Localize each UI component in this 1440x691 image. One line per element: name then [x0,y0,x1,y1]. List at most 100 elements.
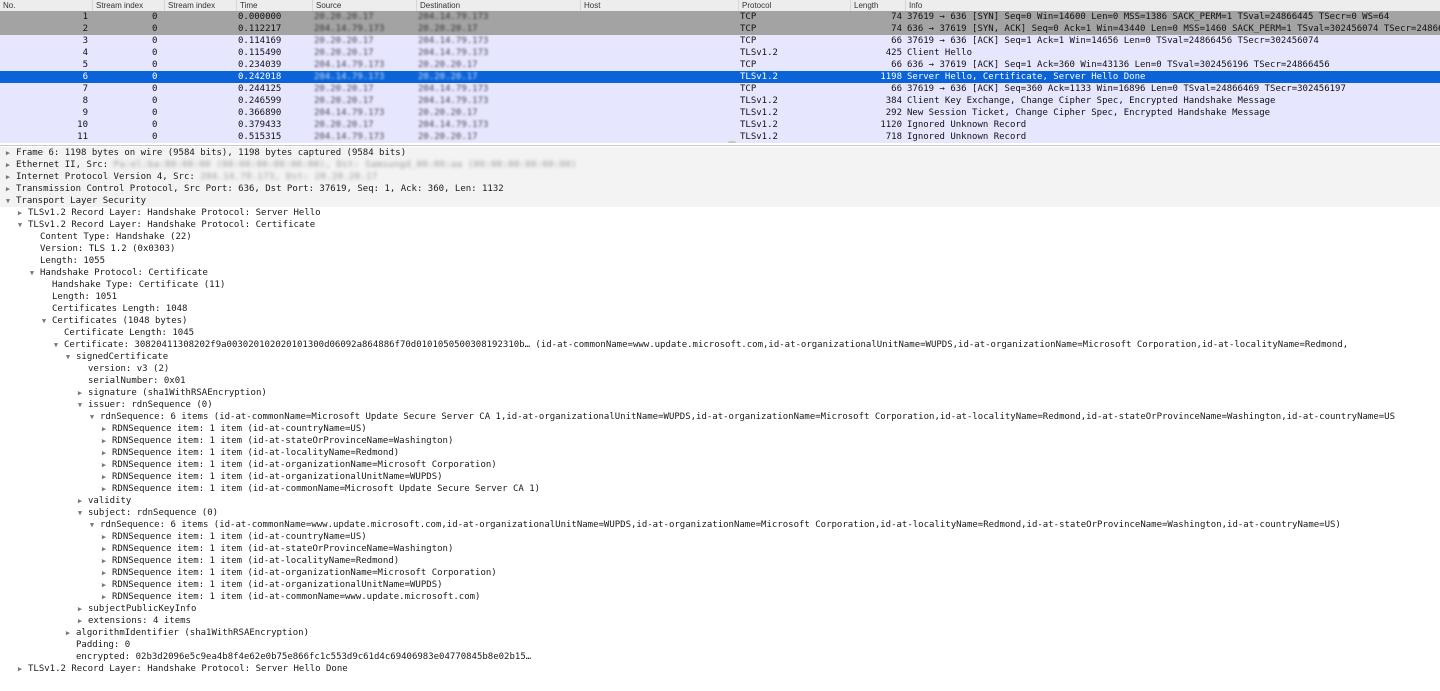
detail-row[interactable]: ▶ RDNSequence item: 1 item (id-at-commonN… [0,591,1440,603]
detail-row[interactable]: ▼ signedCertificate [0,351,1440,363]
packet-details-tree[interactable]: ▶ Frame 6: 1198 bytes on wire (9584 bits)… [0,145,1440,691]
detail-row[interactable]: ▼ rdnSequence: 6 items (id-at-commonName=… [0,411,1440,423]
detail-row[interactable]: ▶ RDNSequence item: 1 item (id-at-localit… [0,447,1440,459]
disclosure-triangle-down-icon[interactable]: ▼ [28,267,36,279]
detail-row[interactable]: Content Type: Handshake (22) [0,231,1440,243]
disclosure-triangle-right-icon[interactable]: ▶ [100,459,108,471]
detail-row[interactable]: ▶ Internet Protocol Version 4, Src: 204.1… [0,171,1440,183]
detail-row[interactable]: ▶ Transmission Control Protocol, Src Port… [0,183,1440,195]
detail-row[interactable]: Length: 1055 [0,255,1440,267]
detail-row[interactable]: ▶ TLSv1.2 Record Layer: Handshake Protoco… [0,663,1440,675]
col-header-protocol[interactable]: Protocol [738,0,850,11]
detail-row[interactable]: ▶ RDNSequence item: 1 item (id-at-commonN… [0,483,1440,495]
disclosure-triangle-down-icon[interactable]: ▼ [88,411,96,423]
disclosure-triangle-right-icon[interactable]: ▶ [76,603,84,615]
detail-row[interactable]: ▶ RDNSequence item: 1 item (id-at-organiz… [0,471,1440,483]
packet-row[interactable]: 8 0 0.246599 20.20.20.17 204.14.79.173 TLSv1.… [0,95,1440,107]
disclosure-triangle-right-icon[interactable]: ▶ [16,207,24,219]
disclosure-triangle-right-icon[interactable]: ▶ [16,663,24,675]
packet-row[interactable]: 9 0 0.366890 204.14.79.173 20.20.20.17 TLSv1.… [0,107,1440,119]
disclosure-triangle-right-icon[interactable]: ▶ [4,171,12,183]
packet-row[interactable]: 1 0 0.000000 20.20.20.17 204.14.79.173 TCP 74 3… [0,11,1440,23]
disclosure-triangle-right-icon[interactable]: ▶ [64,627,72,639]
col-header-source[interactable]: Source [312,0,416,11]
detail-row[interactable]: ▼ rdnSequence: 6 items (id-at-commonName=… [0,519,1440,531]
disclosure-triangle-right-icon[interactable]: ▶ [100,555,108,567]
col-header-host[interactable]: Host [580,0,738,11]
detail-row[interactable]: version: v3 (2) [0,363,1440,375]
disclosure-triangle-right-icon[interactable]: ▶ [4,183,12,195]
detail-row[interactable]: ▶ TLSv1.2 Record Layer: Handshake Protoco… [0,207,1440,219]
col-header-destination[interactable]: Destination [416,0,580,11]
disclosure-triangle-down-icon[interactable]: ▼ [4,195,12,207]
detail-row[interactable]: ▶ RDNSequence item: 1 item (id-at-organiz… [0,567,1440,579]
detail-row[interactable]: ▶ signature (sha1WithRSAEncryption) [0,387,1440,399]
disclosure-triangle-right-icon[interactable]: ▶ [4,159,12,171]
packet-row[interactable]: 7 0 0.244125 20.20.20.17 204.14.79.173 TCP 66 3… [0,83,1440,95]
detail-row[interactable]: ▶ RDNSequence item: 1 item (id-at-localit… [0,555,1440,567]
detail-row[interactable]: ▶ RDNSequence item: 1 item (id-at-organiz… [0,459,1440,471]
detail-row[interactable]: Version: TLS 1.2 (0x0303) [0,243,1440,255]
detail-row[interactable]: ▼ Transport Layer Security [0,195,1440,207]
detail-row[interactable]: ▶ validity [0,495,1440,507]
packet-row[interactable]: 5 0 0.234039 204.14.79.173 20.20.20.17 TCP 66 6… [0,59,1440,71]
detail-row[interactable]: ▶ RDNSequence item: 1 item (id-at-stateOr… [0,543,1440,555]
col-header-length[interactable]: Length [850,0,905,11]
detail-row[interactable]: ▼ issuer: rdnSequence (0) [0,399,1440,411]
disclosure-triangle-right-icon[interactable]: ▶ [100,447,108,459]
disclosure-triangle-right-icon[interactable]: ▶ [100,567,108,579]
detail-row[interactable]: Certificates Length: 1048 [0,303,1440,315]
packet-row[interactable]: 3 0 0.114169 20.20.20.17 204.14.79.173 TCP 66 3… [0,35,1440,47]
packet-row[interactable]: 11 0 0.515315 204.14.79.173 20.20.20.17 TLSv1… [0,131,1440,143]
disclosure-triangle-right-icon[interactable]: ▶ [100,435,108,447]
disclosure-triangle-right-icon[interactable]: ▶ [100,579,108,591]
detail-row[interactable]: Padding: 0 [0,639,1440,651]
col-header-stream-index[interactable]: Stream index [92,0,164,11]
disclosure-triangle-down-icon[interactable]: ▼ [40,315,48,327]
detail-row[interactable]: ▶ algorithmIdentifier (sha1WithRSAEncrypt… [0,627,1440,639]
packet-list-scroll-handle[interactable] [728,141,736,143]
detail-row[interactable]: ▶ RDNSequence item: 1 item (id-at-country… [0,423,1440,435]
packet-row[interactable]: 4 0 0.115490 20.20.20.17 204.14.79.173 TLSv1.… [0,47,1440,59]
disclosure-triangle-down-icon[interactable]: ▼ [52,339,60,351]
detail-row[interactable]: ▶ subjectPublicKeyInfo [0,603,1440,615]
detail-row[interactable]: ▼ TLSv1.2 Record Layer: Handshake Protoco… [0,219,1440,231]
disclosure-triangle-right-icon[interactable]: ▶ [100,423,108,435]
col-header-stream-index-2[interactable]: Stream index [164,0,236,11]
packet-row[interactable]: 6 0 0.242018 204.14.79.173 20.20.20.17 TLSv1.… [0,71,1440,83]
disclosure-triangle-down-icon[interactable]: ▼ [64,351,72,363]
disclosure-triangle-down-icon[interactable]: ▼ [16,219,24,231]
detail-row[interactable]: ▼ Certificate: 30820411308202f9a003020102… [0,339,1440,351]
disclosure-triangle-down-icon[interactable]: ▼ [76,507,84,519]
disclosure-triangle-right-icon[interactable]: ▶ [76,615,84,627]
detail-row[interactable]: Certificate Length: 1045 [0,327,1440,339]
disclosure-triangle-down-icon[interactable]: ▼ [76,399,84,411]
disclosure-triangle-right-icon[interactable]: ▶ [100,591,108,603]
detail-row[interactable]: ▶ RDNSequence item: 1 item (id-at-organiz… [0,579,1440,591]
detail-row[interactable]: ▶ Ethernet II, Src: Pa:el:ba:80:00:00 (00… [0,159,1440,171]
disclosure-triangle-right-icon[interactable]: ▶ [76,495,84,507]
col-header-time[interactable]: Time [236,0,312,11]
detail-row[interactable]: ▶ extensions: 4 items [0,615,1440,627]
disclosure-triangle-right-icon[interactable]: ▶ [76,387,84,399]
packet-row[interactable]: 10 0 0.379433 20.20.20.17 204.14.79.173 TLSv1… [0,119,1440,131]
packet-list[interactable]: No. Stream index Stream index Time Sourc… [0,0,1440,143]
col-header-no[interactable]: No. [0,0,92,11]
disclosure-triangle-right-icon[interactable]: ▶ [100,531,108,543]
detail-row[interactable]: encrypted: 02b3d2096e5c9ea4b8f4e62e0b75e… [0,651,1440,663]
detail-row[interactable]: serialNumber: 0x01 [0,375,1440,387]
detail-row[interactable]: ▶ RDNSequence item: 1 item (id-at-country… [0,531,1440,543]
detail-row[interactable]: ▼ Certificates (1048 bytes) [0,315,1440,327]
disclosure-triangle-down-icon[interactable]: ▼ [88,519,96,531]
detail-row[interactable]: ▼ subject: rdnSequence (0) [0,507,1440,519]
disclosure-triangle-right-icon[interactable]: ▶ [100,471,108,483]
detail-row[interactable]: ▼ Handshake Protocol: Certificate [0,267,1440,279]
detail-row[interactable]: ▶ Frame 6: 1198 bytes on wire (9584 bits)… [0,147,1440,159]
packet-row[interactable]: 2 0 0.112217 204.14.79.173 20.20.20.17 TCP 74 6… [0,23,1440,35]
detail-row[interactable]: Handshake Type: Certificate (11) [0,279,1440,291]
col-header-info[interactable]: Info [905,0,1440,11]
disclosure-triangle-right-icon[interactable]: ▶ [4,147,12,159]
disclosure-triangle-right-icon[interactable]: ▶ [100,543,108,555]
detail-row[interactable]: ▶ RDNSequence item: 1 item (id-at-stateOr… [0,435,1440,447]
disclosure-triangle-right-icon[interactable]: ▶ [100,483,108,495]
